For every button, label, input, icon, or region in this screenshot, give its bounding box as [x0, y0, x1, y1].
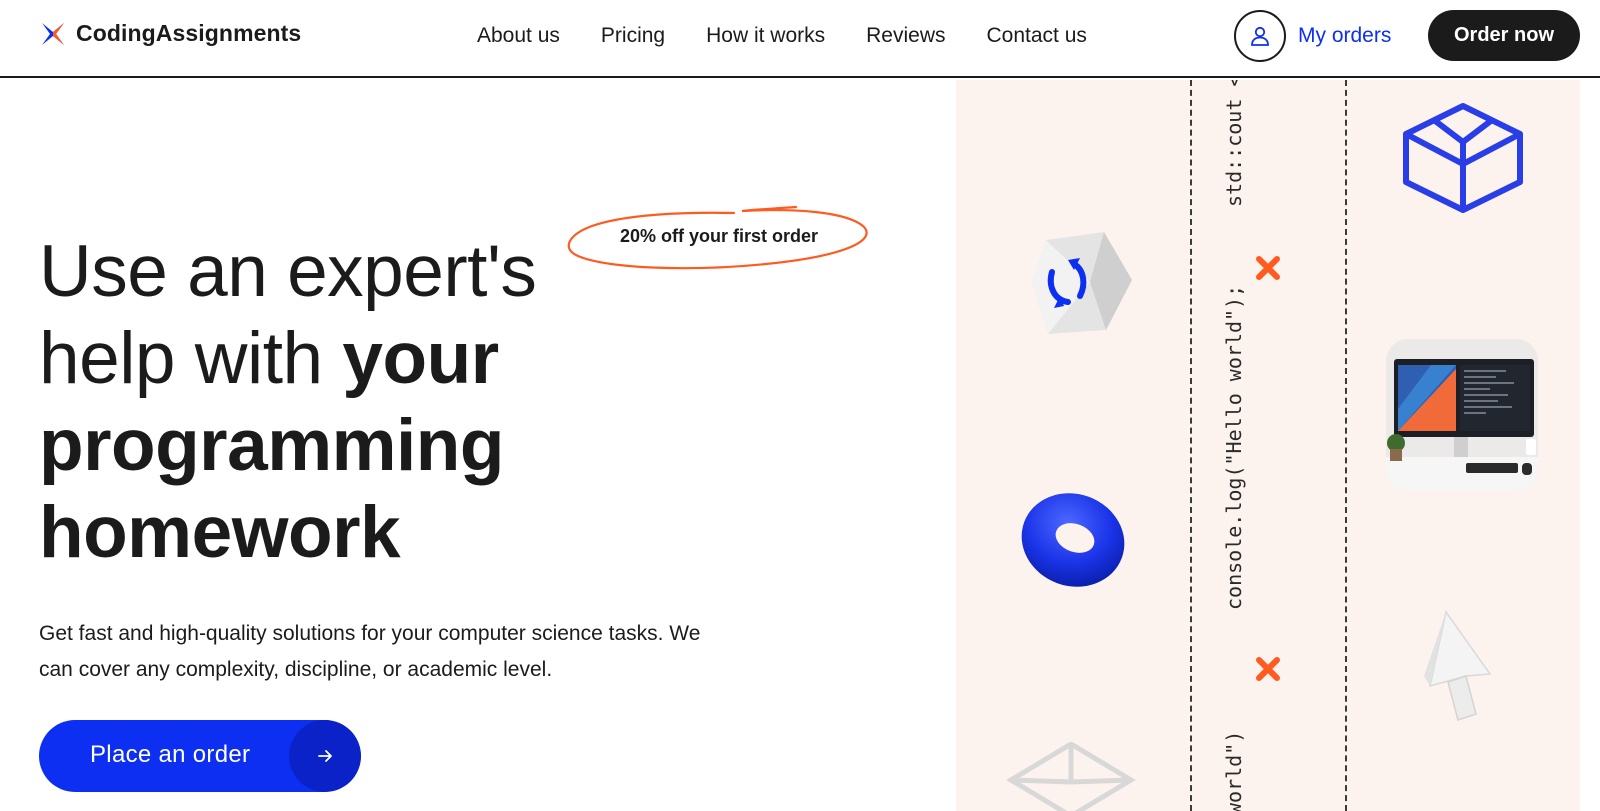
- hero-title-line3: programming: [39, 405, 504, 486]
- dashed-divider: [1190, 80, 1192, 811]
- arrow-right-icon[interactable]: [289, 720, 361, 792]
- wireframe-hexagon-icon: [1403, 103, 1523, 213]
- my-orders-link[interactable]: My orders: [1234, 10, 1391, 62]
- main-nav: About us Pricing How it works Reviews Co…: [477, 24, 1087, 48]
- place-order-button[interactable]: Place an order: [39, 720, 361, 792]
- code-snippet: std::cout <<: [1222, 80, 1246, 207]
- x-mark-icon: [1256, 657, 1280, 681]
- brand-name: CodingAssignments: [76, 20, 302, 46]
- promo-text: 20% off your first order: [619, 226, 819, 246]
- workspace-photo: [1386, 339, 1538, 491]
- my-orders-label[interactable]: My orders: [1298, 24, 1391, 48]
- site-header: CodingAssignments About us Pricing How i…: [0, 0, 1600, 78]
- x-mark-icon: [1256, 256, 1280, 280]
- nav-how-it-works[interactable]: How it works: [706, 24, 825, 48]
- sync-cube-icon: [1032, 232, 1132, 334]
- nav-reviews[interactable]: Reviews: [866, 24, 945, 48]
- cursor-shape-icon: [1424, 610, 1492, 721]
- brand-logo[interactable]: CodingAssignments: [40, 20, 301, 47]
- order-now-button[interactable]: Order now: [1428, 10, 1580, 61]
- hero-title-line2-bold: your: [342, 318, 499, 399]
- wireframe-cube-icon: [1006, 742, 1136, 811]
- code-snippet: world"): [1222, 730, 1246, 811]
- place-order-label[interactable]: Place an order: [90, 741, 250, 769]
- nav-about-us[interactable]: About us: [477, 24, 560, 48]
- dashed-divider: [1345, 80, 1347, 811]
- logo-mark-icon: [42, 22, 64, 45]
- hero-description: Get fast and high-quality solutions for …: [39, 622, 701, 681]
- hero-title-line2: help with: [39, 318, 343, 399]
- hero-title-line1: Use an expert's: [39, 231, 537, 312]
- nav-pricing[interactable]: Pricing: [601, 24, 665, 48]
- nav-contact-us[interactable]: Contact us: [987, 24, 1087, 48]
- torus-shape-icon: [1021, 493, 1125, 587]
- hero-title: Use an expert's help with your programmi…: [39, 228, 719, 576]
- promo-badge: 20% off your first order: [566, 204, 872, 274]
- hero-title-line4: homework: [39, 492, 401, 573]
- code-snippet: console.log("Hello world");: [1222, 284, 1246, 610]
- monitor-image: [1386, 339, 1538, 491]
- user-icon[interactable]: [1234, 10, 1286, 62]
- hero-illustration-panel: std::cout << console.log("Hello world");…: [956, 80, 1580, 811]
